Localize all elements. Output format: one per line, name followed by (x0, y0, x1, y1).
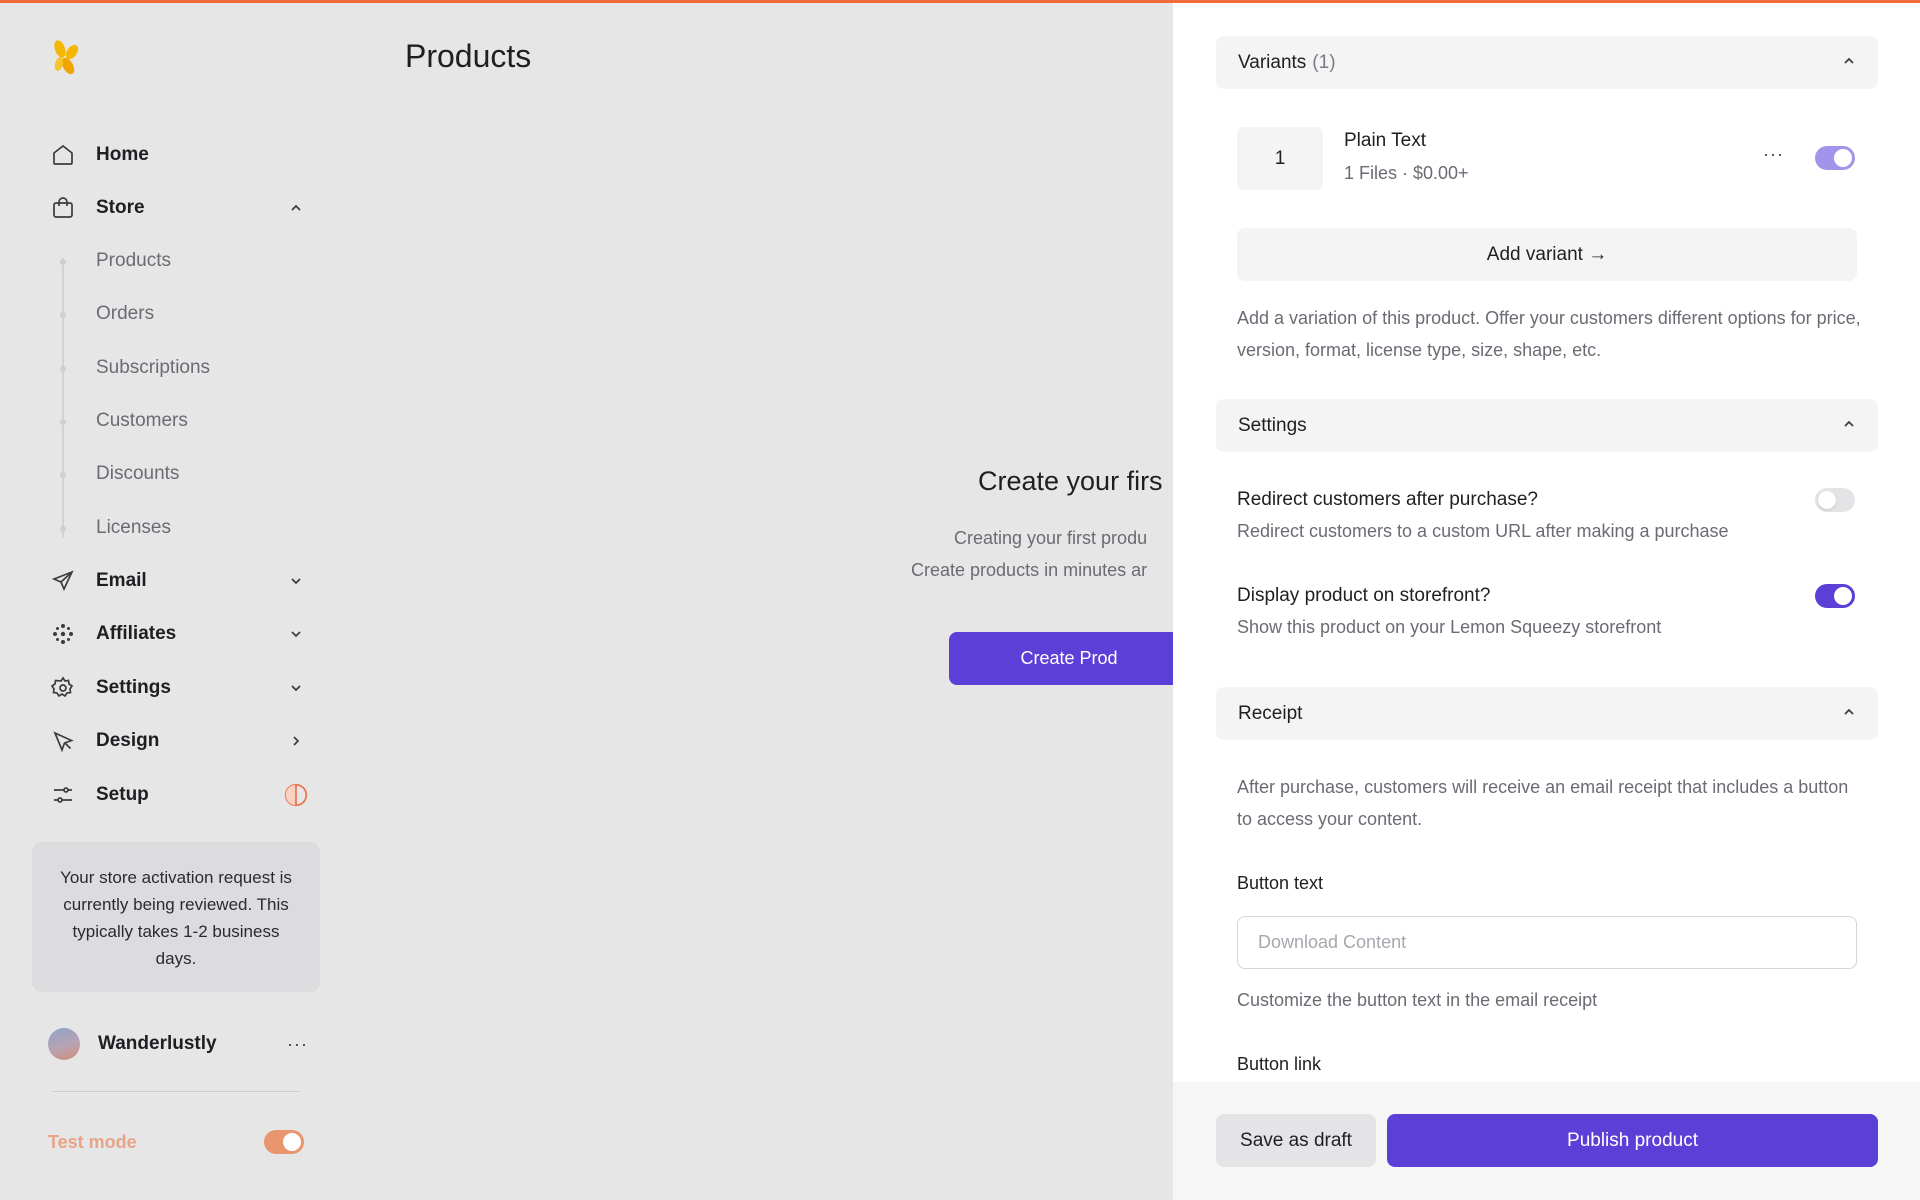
variants-section-header[interactable]: Variants (1) (1216, 36, 1878, 89)
redirect-setting-desc: Redirect customers to a custom URL after… (1237, 521, 1729, 541)
toggle-knob (1834, 587, 1852, 605)
publish-product-button[interactable]: Publish product (1387, 1114, 1878, 1167)
empty-state-text: Creating your first produ (954, 528, 1148, 548)
variant-count: (1) (1312, 51, 1336, 73)
create-product-button[interactable]: Create Prod (949, 632, 1173, 685)
button-text-input[interactable] (1237, 916, 1857, 969)
variant-meta: 1 Files · $0.00+ (1344, 163, 1469, 183)
redirect-toggle[interactable] (1815, 488, 1855, 512)
variant-more-icon[interactable]: ··· (1763, 144, 1784, 165)
save-draft-button[interactable]: Save as draft (1216, 1114, 1376, 1167)
chevron-up-icon (1842, 52, 1856, 74)
toggle-knob (1818, 491, 1836, 509)
empty-state-text: Create products in minutes ar (911, 560, 1148, 580)
page-title: Products (405, 38, 532, 74)
main-content: Products Create your firs Creating your … (0, 0, 1173, 1200)
empty-state-title: Create your firs (978, 466, 1163, 496)
storefront-setting-desc: Show this product on your Lemon Squeezy … (1237, 617, 1662, 637)
chevron-up-icon (1842, 415, 1856, 437)
settings-section-header[interactable]: Settings (1216, 399, 1878, 452)
add-variant-button[interactable]: Add variant → (1237, 228, 1857, 281)
variant-name[interactable]: Plain Text (1344, 130, 1426, 152)
variants-help-text: Add a variation of this product. Offer y… (1237, 308, 1861, 360)
button-text-label: Button text (1237, 873, 1324, 893)
receipt-help-text: After purchase, customers will receive a… (1237, 777, 1849, 829)
variant-number: 1 (1237, 127, 1323, 190)
section-title: Receipt (1238, 702, 1303, 724)
section-title: Settings (1238, 414, 1307, 436)
button-text-help: Customize the button text in the email r… (1237, 990, 1598, 1010)
redirect-setting-title: Redirect customers after purchase? (1237, 489, 1538, 510)
storefront-setting-title: Display product on storefront? (1237, 585, 1491, 606)
top-accent-bar (0, 0, 1920, 3)
button-link-label: Button link (1237, 1054, 1322, 1074)
variant-toggle[interactable] (1815, 146, 1855, 170)
section-title: Variants (1238, 51, 1307, 73)
chevron-up-icon (1842, 703, 1856, 725)
receipt-section-header[interactable]: Receipt (1216, 687, 1878, 740)
toggle-knob (1834, 149, 1852, 167)
panel-footer: Save as draft Publish product (1173, 1082, 1920, 1200)
storefront-toggle[interactable] (1815, 584, 1855, 608)
product-editor-panel: Variants (1) 1 Plain Text 1 Files · $0.0… (1173, 0, 1920, 1200)
